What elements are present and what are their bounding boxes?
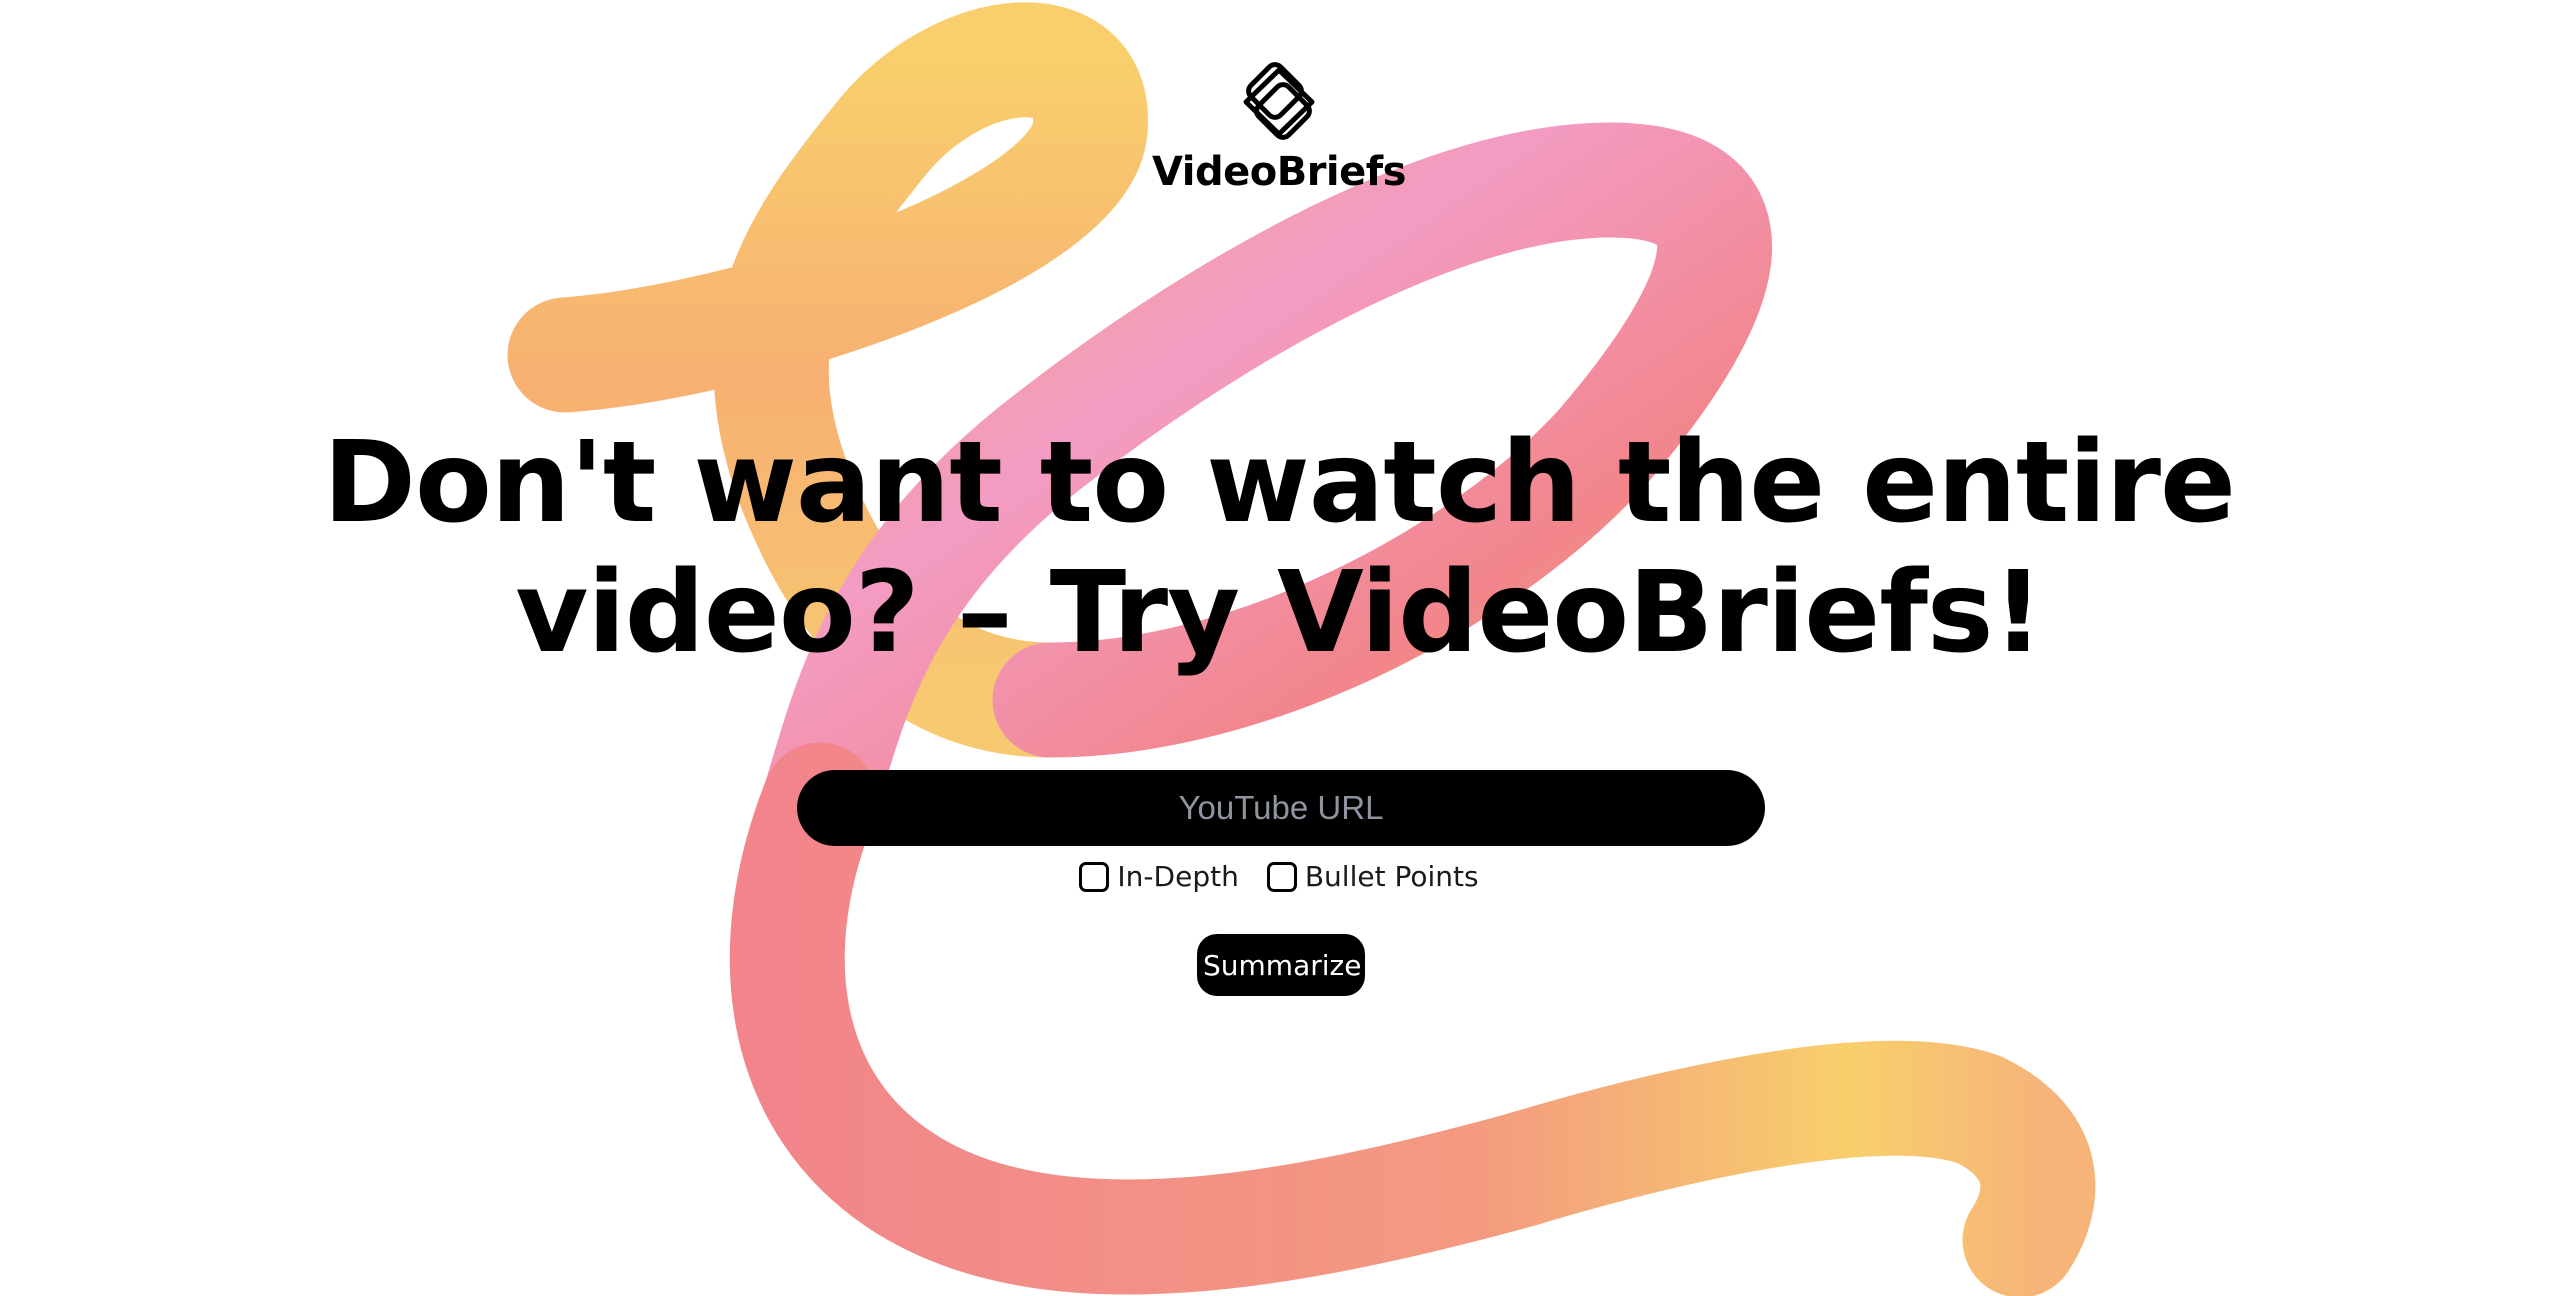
in-depth-checkbox[interactable] bbox=[1079, 861, 1110, 892]
brand-header: VideoBriefs bbox=[0, 62, 2558, 195]
youtube-url-input[interactable] bbox=[797, 770, 1765, 846]
bullet-points-checkbox[interactable] bbox=[1266, 861, 1297, 892]
bullet-points-option[interactable]: Bullet Points bbox=[1266, 860, 1479, 893]
hero-headline: Don't want to watch the entire video? – … bbox=[0, 418, 2558, 678]
in-depth-label: In-Depth bbox=[1117, 860, 1239, 893]
landing-page: VideoBriefs Don't want to watch the enti… bbox=[0, 0, 2558, 1296]
summarize-button[interactable]: Summarize bbox=[1197, 934, 1365, 996]
brand-name: VideoBriefs bbox=[1152, 149, 1406, 195]
bullet-points-label: Bullet Points bbox=[1304, 860, 1479, 893]
headline-line-2: video? – Try VideoBriefs! bbox=[515, 548, 2043, 678]
linked-diamonds-logo-icon[interactable] bbox=[1234, 62, 1324, 142]
summary-options: In-Depth Bullet Points bbox=[0, 860, 2558, 893]
headline-line-1: Don't want to watch the entire bbox=[322, 418, 2236, 548]
in-depth-option[interactable]: In-Depth bbox=[1079, 860, 1239, 893]
